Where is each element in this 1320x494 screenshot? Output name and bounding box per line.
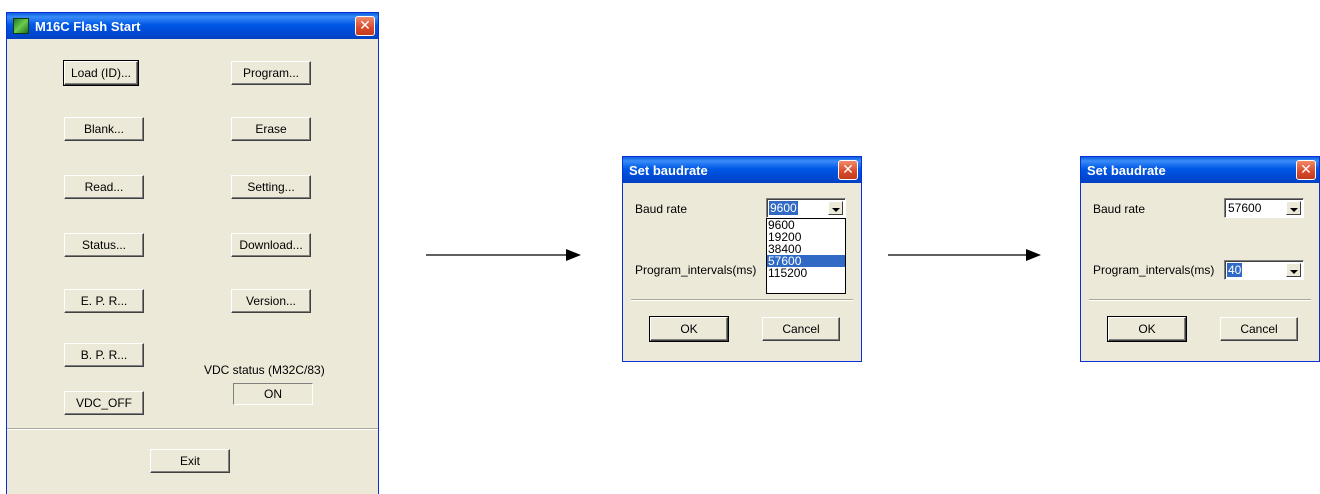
vdc-off-button[interactable]: VDC_OFF [64, 391, 144, 415]
setting-button[interactable]: Setting... [231, 175, 311, 199]
program-intervals-label: Program_intervals(ms) [1093, 263, 1215, 277]
program-intervals-label: Program_intervals(ms) [635, 263, 757, 277]
epr-button[interactable]: E. P. R... [64, 289, 144, 313]
erase-button[interactable]: Erase [231, 117, 311, 141]
dialog1-title: Set baudrate [629, 162, 708, 178]
cancel-button[interactable]: Cancel [1220, 317, 1298, 341]
dialog1-titlebar[interactable]: Set baudrate ✕ [623, 157, 861, 183]
baud-rate-value: 9600 [769, 201, 798, 215]
chevron-down-icon[interactable] [828, 201, 843, 215]
dialog2-title: Set baudrate [1087, 162, 1166, 178]
ok-button[interactable]: OK [649, 316, 729, 342]
bpr-button[interactable]: B. P. R... [64, 343, 144, 367]
status-button[interactable]: Status... [64, 233, 144, 257]
main-separator [7, 428, 378, 430]
cancel-button[interactable]: Cancel [762, 317, 840, 341]
dropdown-option[interactable]: 115200 [767, 267, 845, 279]
load-button[interactable]: Load (ID)... [63, 60, 139, 86]
download-button[interactable]: Download... [231, 233, 311, 257]
vdc-status-value: ON [233, 383, 313, 405]
baud-rate-select[interactable]: 57600 [1224, 198, 1304, 218]
close-icon[interactable]: ✕ [1296, 160, 1316, 180]
dialog2-separator [1089, 299, 1311, 301]
arrow-right-icon [888, 249, 1041, 261]
baudrate-dialog-2: Set baudrate ✕ Baud rate 57600 Program_i… [1080, 156, 1320, 362]
main-window: M16C Flash Start ✕ Load (ID)... Program.… [6, 12, 379, 494]
vdc-status-label: VDC status (M32C/83) [204, 363, 325, 377]
close-icon[interactable]: ✕ [355, 16, 375, 36]
program-intervals-value: 40 [1227, 263, 1243, 277]
chevron-down-icon[interactable] [1286, 201, 1301, 215]
baud-rate-dropdown-list: 9600 19200 38400 57600 115200 [766, 218, 846, 294]
program-button[interactable]: Program... [231, 61, 311, 85]
program-intervals-select[interactable]: 40 [1224, 260, 1304, 280]
blank-button[interactable]: Blank... [64, 117, 144, 141]
baud-rate-label: Baud rate [1093, 202, 1146, 216]
baud-rate-select[interactable]: 9600 [766, 198, 846, 218]
dialog1-separator [631, 299, 853, 301]
read-button[interactable]: Read... [64, 175, 144, 199]
version-button[interactable]: Version... [231, 289, 311, 313]
baud-rate-value: 57600 [1228, 201, 1262, 215]
chevron-down-icon[interactable] [1286, 263, 1301, 277]
ok-button[interactable]: OK [1107, 316, 1187, 342]
exit-button[interactable]: Exit [150, 449, 230, 473]
arrow-right-icon [426, 249, 581, 261]
app-icon [13, 18, 29, 34]
dialog2-titlebar[interactable]: Set baudrate ✕ [1081, 157, 1319, 183]
baud-rate-label: Baud rate [635, 202, 688, 216]
baudrate-dialog-1: Set baudrate ✕ Baud rate 9600 9600 19200… [622, 156, 862, 362]
main-titlebar[interactable]: M16C Flash Start ✕ [7, 13, 378, 39]
close-icon[interactable]: ✕ [838, 160, 858, 180]
main-title: M16C Flash Start [35, 18, 141, 34]
